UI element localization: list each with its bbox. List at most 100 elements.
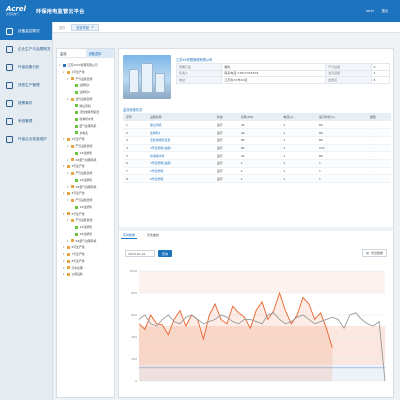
table-cell: 1 <box>237 174 281 183</box>
table-row[interactable]: 1 除尘风机 运行 40 1 80- <box>123 121 391 130</box>
table-row[interactable]: 6 3号注塑机(油泵) 运行 1 1 1- <box>123 159 391 168</box>
tree-node[interactable]: 1#注塑机 <box>57 204 114 211</box>
tree-node[interactable]: 活性炭吸附装置 <box>57 109 114 116</box>
tree-node[interactable]: ▾ 产污设施监测 <box>57 197 114 204</box>
power-chart: 1000 800 600 400 200 0 <box>129 269 386 383</box>
tree-node[interactable]: ▾ 产污设施监测 <box>57 217 114 224</box>
tab-monitor[interactable]: 监测 <box>57 49 86 57</box>
sidebar-item-4[interactable]: 报警事件 <box>0 94 52 112</box>
query-button[interactable]: 查询 <box>158 250 173 257</box>
tree-node[interactable]: ▾ 8号生产线 <box>57 258 114 265</box>
date-input[interactable]: 2019-01-01 <box>125 250 155 257</box>
expand-icon[interactable]: ▾ <box>67 76 70 83</box>
table-row[interactable]: 7 5号注塑机 运行 1 1 1- <box>123 167 391 176</box>
table-cell: 注塑机1 <box>147 128 214 137</box>
sidebar-item-3[interactable]: 排放生产管理 <box>0 76 52 94</box>
tree-node[interactable]: ▾ 2号生产线 <box>57 136 114 143</box>
table-row[interactable]: 5 喷淋塔水泵 运行 40 1 80- <box>123 151 391 160</box>
tree-node[interactable]: ▾ 6号生产线 <box>57 244 114 251</box>
expand-icon[interactable]: ▾ <box>63 244 66 251</box>
tree-node[interactable]: 1#注塑机 <box>57 224 114 231</box>
expand-icon[interactable]: ▾ <box>67 238 70 245</box>
sidebar-item-1[interactable]: 企业生产与治理概况 <box>0 40 52 58</box>
table-cell: 40 <box>237 128 281 137</box>
y-tick-label: 600 <box>131 313 137 317</box>
tree-node[interactable]: 注塑机1 <box>57 82 114 89</box>
logo-sub: 安科瑞电气 <box>6 12 19 16</box>
node-icon <box>75 90 78 94</box>
export-button[interactable]: ▤ 导出数据 <box>362 249 387 257</box>
tree-node[interactable]: 废气处理风机 <box>57 123 114 130</box>
expand-icon[interactable]: ▾ <box>63 271 66 278</box>
expand-icon[interactable]: ▾ <box>67 157 70 164</box>
menu-icon <box>6 63 13 71</box>
expand-icon[interactable]: ▾ <box>63 251 66 258</box>
menu-icon <box>6 45 13 53</box>
tab-current[interactable]: 检查导航 × <box>71 23 99 31</box>
tree-node[interactable]: 1#注塑机 <box>57 150 114 157</box>
table-row[interactable]: 4 2号注塑机(油泵) 运行 80 1 270- <box>123 144 391 153</box>
tree-node[interactable]: ▾ 污水处理 <box>57 265 114 272</box>
table-cell: - <box>366 174 391 183</box>
tree-node-label: 产污设施监测 <box>75 218 93 223</box>
tree-node[interactable]: 1#注塑机 <box>57 177 114 184</box>
expand-icon[interactable]: ▾ <box>67 170 70 177</box>
tree-node[interactable]: ▾ 1号生产线 <box>57 69 114 76</box>
sidebar-item-6[interactable]: 环保企业信息维护 <box>0 130 52 148</box>
sidebar-item-2[interactable]: 环保设备分析 <box>0 58 52 76</box>
user-name[interactable]: acrel <box>366 9 374 13</box>
tree-node[interactable]: ▾ 3#废气处理风机 <box>57 184 114 191</box>
tab-history[interactable]: 历史曲线 <box>145 232 161 239</box>
tree-node[interactable]: ▾ 2#废气处理风机 <box>57 157 114 164</box>
sidebar-item-label: 环保企业信息维护 <box>18 136 47 141</box>
expand-icon[interactable]: ▾ <box>67 197 70 204</box>
tree-node[interactable]: 喷淋塔水泵 <box>57 116 114 123</box>
tree-node[interactable]: 2#注塑机 <box>57 231 114 238</box>
breadcrumb-home[interactable]: 首页 <box>53 25 71 30</box>
table-cell: - <box>366 121 391 130</box>
tree-node[interactable]: 注塑机2 <box>57 89 114 96</box>
sidebar-item-label: 设备监控概况 <box>18 28 40 33</box>
expand-icon[interactable]: ▾ <box>63 258 66 265</box>
sidebar-item-0[interactable]: 设备监控概况 <box>0 22 52 40</box>
tree-node[interactable]: ▾ 江苏XXXX管理有限公司 <box>57 62 114 69</box>
expand-icon[interactable]: ▾ <box>59 62 62 69</box>
tab-device-select[interactable]: 设备选择 <box>85 49 114 57</box>
expand-icon[interactable]: ▾ <box>63 163 66 170</box>
expand-icon[interactable]: ▾ <box>67 217 70 224</box>
expand-icon[interactable]: ▾ <box>63 211 66 218</box>
tree-node[interactable]: ▾ 产污设施监测 <box>57 76 114 83</box>
sidebar-item-5[interactable]: 系统管理 <box>0 112 52 130</box>
tab-realtime[interactable]: 实时数据 <box>121 232 138 239</box>
expand-icon[interactable]: ▾ <box>67 184 70 191</box>
tree-node[interactable]: ▾ 7号生产线 <box>57 251 114 258</box>
tree-node-label: 1#注塑机 <box>79 204 93 209</box>
logo: Acrel 安科瑞电气 <box>6 5 30 17</box>
expand-icon[interactable]: ▾ <box>63 69 66 76</box>
expand-icon[interactable]: ▾ <box>63 190 66 197</box>
expand-icon[interactable]: ▾ <box>67 143 70 150</box>
tree-node[interactable]: ▾ 4号生产线 <box>57 190 114 197</box>
info-key: 监测点 <box>325 76 372 84</box>
logout-link[interactable]: 退出 <box>382 8 388 13</box>
table-row[interactable]: 8 6号注塑机 运行 1 1 1- <box>123 174 391 183</box>
tree-node[interactable]: 总电表 <box>57 130 114 137</box>
tree-node[interactable]: ▾ 产污设施监测 <box>57 143 114 150</box>
expand-icon[interactable]: ▾ <box>63 136 66 143</box>
tree-node[interactable]: ▾ 5#废气处理风机 <box>57 238 114 245</box>
tree-node[interactable]: ▾ 产污设施监测 <box>57 170 114 177</box>
table-row[interactable]: 2 注塑机1 运行 40 1 80- <box>123 128 391 137</box>
tree-node[interactable]: ▾ 3号生产线 <box>57 163 114 170</box>
expand-icon[interactable]: ▾ <box>63 265 66 272</box>
tree-node-label: 产污设施监测 <box>75 171 93 175</box>
tree-node[interactable]: ▾ 5号生产线 <box>57 211 114 218</box>
tree-tabs: 监测 设备选择 <box>57 49 114 58</box>
tree-node[interactable]: ▾ 治污设施监测 <box>57 96 114 103</box>
expand-icon[interactable]: ▾ <box>67 96 70 103</box>
tree-node[interactable]: ▾ 公用设施 <box>57 271 114 278</box>
close-icon[interactable]: × <box>91 25 94 29</box>
node-icon <box>75 225 78 229</box>
tree-node-label: 5#废气处理风机 <box>75 238 97 243</box>
tree-node[interactable]: 除尘风机 <box>57 103 114 110</box>
table-row[interactable]: 3 活性炭吸附装置 运行 80 1 80- <box>123 136 391 145</box>
